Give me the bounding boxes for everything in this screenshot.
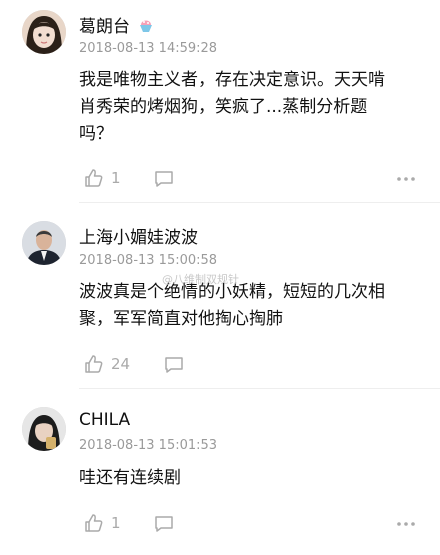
speech-bubble-icon: [164, 356, 184, 374]
thumbs-up-icon: [84, 354, 104, 374]
timestamp: 2018-08-13 15:00:58: [79, 253, 218, 268]
avatar[interactable]: [22, 407, 66, 451]
more-button[interactable]: [397, 522, 415, 526]
like-button[interactable]: 1: [84, 513, 121, 533]
like-button[interactable]: 1: [84, 168, 121, 188]
comment-item: CHILA 2018-08-13 15:01:53 哇还有连续剧 1: [0, 390, 440, 555]
username[interactable]: 葛朗台: [79, 12, 155, 39]
like-button[interactable]: 24: [84, 354, 130, 374]
reply-button[interactable]: [154, 170, 174, 188]
more-dots-icon: [397, 522, 415, 526]
timestamp: 2018-08-13 15:01:53: [79, 438, 218, 453]
more-dots-icon: [397, 177, 415, 181]
avatar[interactable]: [22, 221, 66, 265]
comment-text: 哇还有连续剧: [79, 468, 181, 488]
comment-item: 上海小媚娃波波 2018-08-13 15:00:58 波波真是个绝情的小妖精，…: [0, 200, 440, 390]
reply-button[interactable]: [164, 356, 184, 374]
comment-text: 波波真是个绝情的小妖精，短短的几次相 聚，军军简直对他掏心掏肺: [79, 282, 385, 329]
speech-bubble-icon: [154, 170, 174, 188]
more-button[interactable]: [397, 177, 415, 181]
like-count: 1: [111, 169, 121, 187]
shaved-ice-icon: [137, 16, 155, 39]
like-count: 24: [111, 355, 131, 373]
comment-text: 我是唯物主义者，存在决定意识。天天啃 肖秀荣的烤烟狗，笑疯了...蒸制分析题 吗…: [79, 70, 385, 144]
speech-bubble-icon: [154, 515, 174, 533]
watermark: @八维制双规针: [162, 273, 239, 286]
divider: [79, 388, 440, 389]
username[interactable]: 上海小媚娃波波: [79, 223, 198, 248]
reply-button[interactable]: [154, 515, 174, 533]
username[interactable]: CHILA: [79, 410, 130, 430]
thumbs-up-icon: [84, 513, 104, 533]
like-count: 1: [111, 514, 121, 532]
avatar[interactable]: [22, 10, 66, 54]
thumbs-up-icon: [84, 168, 104, 188]
comment-item: 葛朗台 2018-08-13 14:59:28 我是唯物主义者，存在决定意识。天…: [0, 0, 440, 203]
timestamp: 2018-08-13 14:59:28: [79, 41, 218, 56]
